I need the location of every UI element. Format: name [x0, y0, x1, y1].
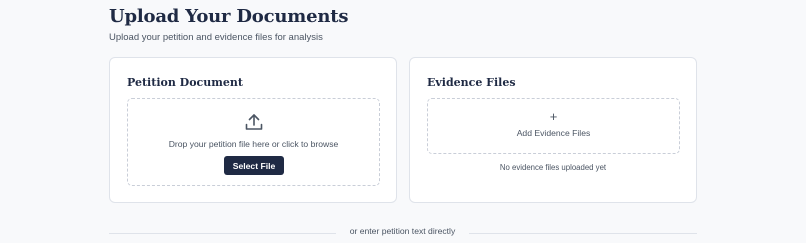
- evidence-card-title: Evidence Files: [427, 76, 516, 89]
- add-evidence-label: Add Evidence Files: [516, 128, 591, 138]
- divider-line-left: [109, 233, 336, 234]
- petition-dropzone[interactable]: Drop your petition file here or click to…: [127, 98, 380, 186]
- evidence-empty-text: No evidence files uploaded yet: [499, 163, 607, 172]
- page-title: Upload Your Documents: [109, 6, 349, 27]
- upload-icon: [244, 112, 264, 132]
- petition-card: Petition Document Drop your petition fil…: [109, 57, 397, 203]
- page-subtitle: Upload your petition and evidence files …: [109, 32, 323, 43]
- text-entry-divider: or enter petition text directly: [109, 226, 697, 240]
- divider-text: or enter petition text directly: [349, 226, 456, 236]
- plus-icon: +: [549, 109, 558, 124]
- petition-drop-text: Drop your petition file here or click to…: [168, 139, 339, 149]
- evidence-card: Evidence Files + Add Evidence Files No e…: [409, 57, 697, 203]
- select-file-button[interactable]: Select File: [224, 156, 284, 175]
- petition-card-title: Petition Document: [127, 76, 243, 89]
- divider-line-right: [469, 233, 697, 234]
- add-evidence-button[interactable]: + Add Evidence Files: [427, 98, 680, 154]
